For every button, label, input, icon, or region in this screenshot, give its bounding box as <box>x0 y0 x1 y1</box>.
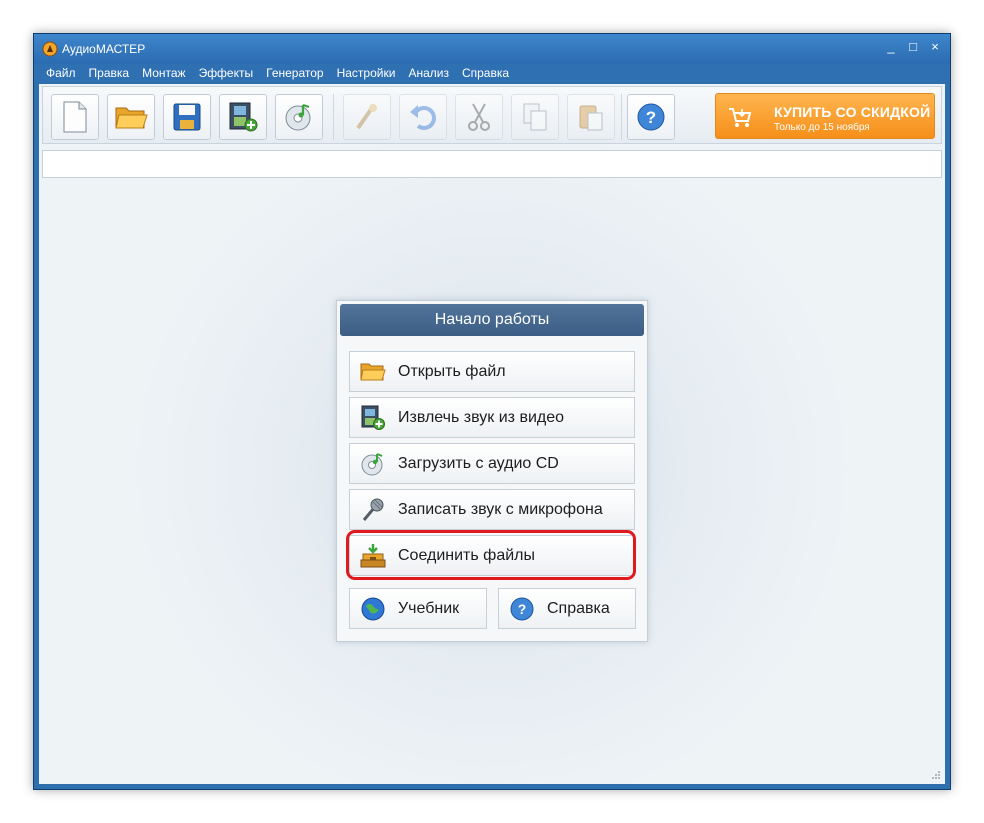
open-folder-icon <box>360 359 386 385</box>
effect-button[interactable] <box>343 94 391 140</box>
join-files-highlight-frame <box>346 530 636 580</box>
load-cd-action[interactable]: Загрузить с аудио CD <box>349 443 635 484</box>
menu-help[interactable]: Справка <box>462 64 509 82</box>
help-panel-label: Справка <box>547 599 610 617</box>
toolbar-separator <box>621 94 622 140</box>
load-cd-label: Загрузить с аудио CD <box>398 454 559 472</box>
menu-montage[interactable]: Монтаж <box>142 64 186 82</box>
start-panel: Начало работы Открыть файл Извлечь звук … <box>336 300 648 642</box>
minimize-button[interactable]: _ <box>884 40 898 54</box>
menu-effects[interactable]: Эффекты <box>199 64 254 82</box>
toolbar-separator <box>333 94 334 140</box>
record-mic-label: Записать звук с микрофона <box>398 500 603 518</box>
toolbar: ? КУПИТЬ СО СКИДКОЙ Только до 15 ноября <box>42 86 942 144</box>
cd-music-icon <box>360 451 386 477</box>
copy-icon <box>523 103 547 131</box>
open-file-action[interactable]: Открыть файл <box>349 351 635 392</box>
paste-button[interactable] <box>567 94 615 140</box>
paste-icon <box>579 105 603 131</box>
undo-button[interactable] <box>399 94 447 140</box>
menu-file[interactable]: Файл <box>46 64 76 82</box>
cd-music-icon <box>285 103 311 131</box>
microphone-icon <box>360 497 386 523</box>
wand-icon <box>356 104 377 130</box>
new-document-icon <box>63 101 87 133</box>
buy-discount-button[interactable]: КУПИТЬ СО СКИДКОЙ Только до 15 ноября <box>715 93 935 139</box>
help-icon: ? <box>509 596 535 622</box>
timeline-strip[interactable] <box>42 150 942 178</box>
menu-bar: Файл Правка Монтаж Эффекты Генератор Нас… <box>34 64 950 82</box>
load-cd-button[interactable] <box>275 94 323 140</box>
help-icon: ? <box>637 103 665 131</box>
app-logo-icon <box>42 41 58 57</box>
menu-analysis[interactable]: Анализ <box>408 64 449 82</box>
window-title: АудиоМАСТЕР <box>62 42 146 56</box>
start-panel-title: Начало работы <box>340 304 644 336</box>
title-bar[interactable]: АудиоМАСТЕР _ □ × <box>34 34 950 64</box>
buy-title: КУПИТЬ СО СКИДКОЙ <box>774 104 931 120</box>
extract-video-button[interactable] <box>219 94 267 140</box>
open-file-label: Открыть файл <box>398 362 506 380</box>
buy-subtitle: Только до 15 ноября <box>774 122 870 133</box>
undo-icon <box>410 105 436 130</box>
menu-edit[interactable]: Правка <box>89 64 130 82</box>
resize-grip-icon[interactable] <box>931 770 941 780</box>
new-file-button[interactable] <box>51 94 99 140</box>
svg-text:?: ? <box>518 601 527 617</box>
film-add-icon <box>360 405 386 431</box>
film-add-icon <box>229 102 258 132</box>
menu-generator[interactable]: Генератор <box>266 64 323 82</box>
help-panel-button[interactable]: ? Справка <box>498 588 636 629</box>
save-file-button[interactable] <box>163 94 211 140</box>
scissors-icon <box>468 103 490 131</box>
save-disk-icon <box>173 103 201 131</box>
tutorial-label: Учебник <box>398 599 460 617</box>
close-button[interactable]: × <box>928 40 942 54</box>
help-button[interactable]: ? <box>627 94 675 140</box>
cut-button[interactable] <box>455 94 503 140</box>
menu-settings[interactable]: Настройки <box>337 64 396 82</box>
open-folder-icon <box>115 107 148 129</box>
svg-text:?: ? <box>646 108 656 127</box>
extract-video-label: Извлечь звук из видео <box>398 408 565 426</box>
tutorial-button[interactable]: Учебник <box>349 588 487 629</box>
extract-video-action[interactable]: Извлечь звук из видео <box>349 397 635 438</box>
copy-button[interactable] <box>511 94 559 140</box>
maximize-button[interactable]: □ <box>906 40 920 54</box>
globe-icon <box>360 596 386 622</box>
record-mic-action[interactable]: Записать звук с микрофона <box>349 489 635 530</box>
open-file-button[interactable] <box>107 94 155 140</box>
cart-icon <box>729 108 752 127</box>
